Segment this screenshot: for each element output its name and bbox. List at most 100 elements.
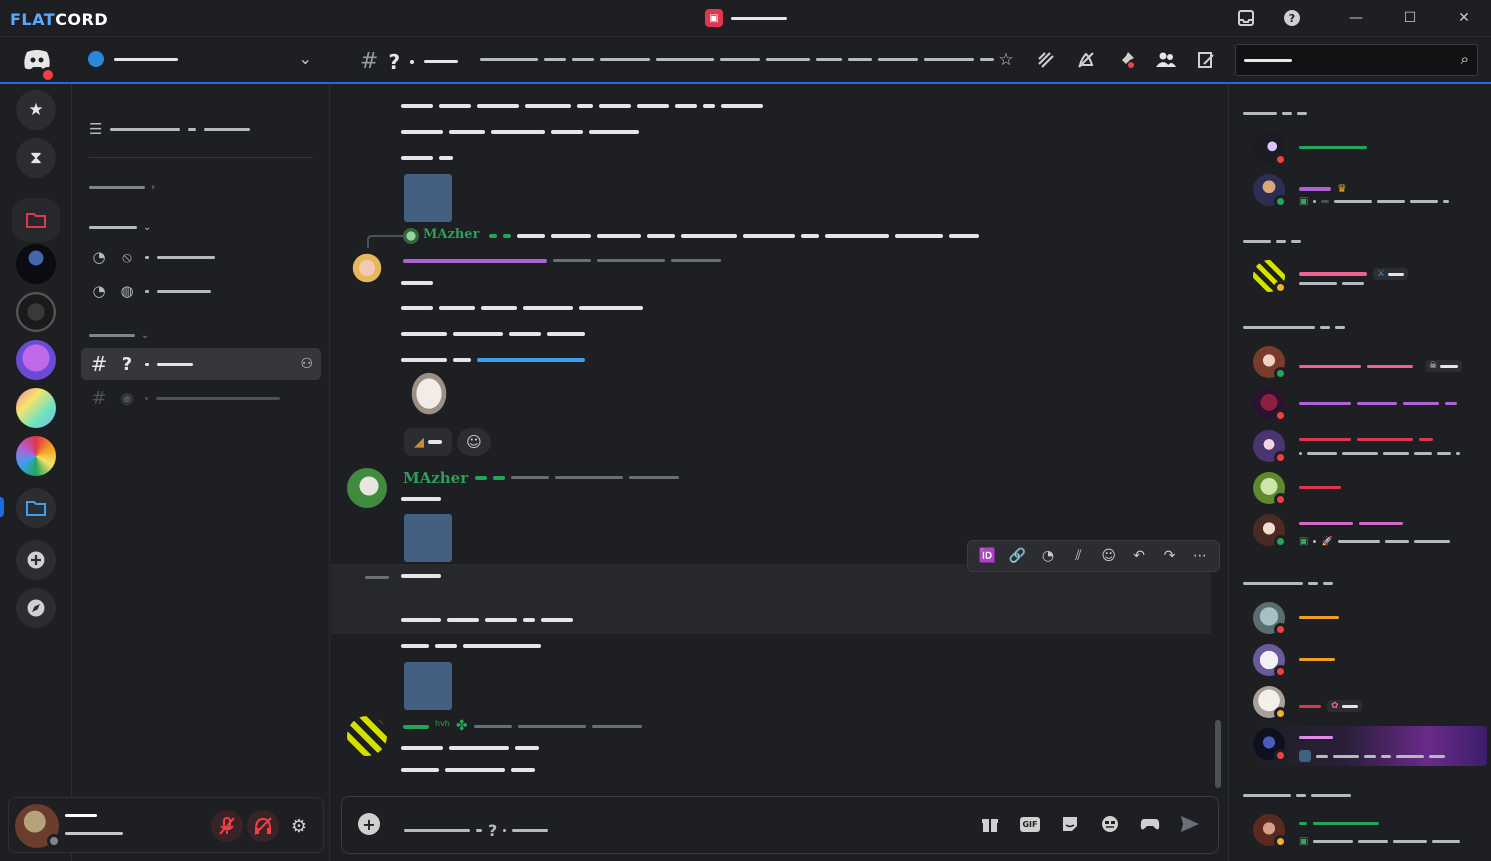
server-rail: ★ ⧗ bbox=[0, 84, 72, 861]
member-row-nameplate[interactable] bbox=[1253, 726, 1487, 766]
close-button[interactable]: ✕ bbox=[1437, 0, 1491, 36]
member-row[interactable] bbox=[1253, 642, 1483, 678]
member-row[interactable] bbox=[1253, 428, 1483, 464]
member-row[interactable]: ▣ 🚀 bbox=[1253, 512, 1483, 548]
user-badges-and-time bbox=[475, 476, 679, 480]
image-attachment[interactable] bbox=[404, 514, 452, 562]
search-icon: ⌕ bbox=[1460, 50, 1469, 68]
help-icon[interactable]: ? bbox=[1282, 8, 1302, 28]
member-row[interactable] bbox=[1253, 130, 1483, 166]
more-icon[interactable]: ⋯ bbox=[1188, 548, 1212, 564]
member-group-header bbox=[1243, 794, 1351, 797]
bell-slash-icon: ⦸ bbox=[122, 248, 132, 266]
threads-icon[interactable] bbox=[1033, 45, 1059, 75]
member-group-header bbox=[1243, 326, 1345, 329]
member-row[interactable]: ✿ bbox=[1253, 684, 1483, 720]
message-avatar[interactable] bbox=[347, 468, 387, 508]
member-row[interactable] bbox=[1253, 600, 1483, 636]
home-button[interactable] bbox=[18, 43, 56, 83]
dnd-status-icon bbox=[1274, 623, 1287, 636]
image-attachment[interactable] bbox=[404, 662, 452, 710]
category-collapsed[interactable]: › bbox=[89, 182, 155, 193]
mute-icon[interactable] bbox=[1073, 45, 1099, 75]
window-title-text bbox=[731, 16, 787, 20]
add-server-button[interactable] bbox=[16, 540, 56, 580]
dnd-status-icon bbox=[1274, 451, 1287, 464]
reaction-chip[interactable]: ◢ bbox=[404, 428, 452, 456]
reply-preview[interactable] bbox=[489, 234, 979, 238]
server-avatar-1[interactable] bbox=[16, 244, 56, 284]
recents-button[interactable]: ⧗ bbox=[16, 138, 56, 178]
forward-icon[interactable]: ⫽ bbox=[1066, 548, 1090, 564]
message-avatar[interactable] bbox=[347, 716, 387, 756]
upload-plus-icon[interactable]: + bbox=[358, 813, 380, 835]
inbox-icon[interactable] bbox=[1236, 8, 1256, 28]
member-row[interactable]: ▣ bbox=[1253, 812, 1483, 848]
star-icon[interactable]: ☆ bbox=[993, 45, 1019, 75]
add-reaction-button[interactable]: ☺ bbox=[457, 428, 491, 456]
server-icon bbox=[88, 51, 104, 67]
pin-icon[interactable] bbox=[1113, 45, 1139, 75]
channel-topic[interactable] bbox=[480, 58, 994, 61]
add-member-icon[interactable]: ⚇ bbox=[300, 356, 313, 372]
discover-button[interactable] bbox=[16, 588, 56, 628]
title-bar: FLATCORD ▣ ? — ☐ ✕ bbox=[0, 0, 1491, 37]
game-icon[interactable] bbox=[1138, 813, 1162, 835]
search-input[interactable]: ⌕ bbox=[1235, 44, 1478, 76]
member-row[interactable]: ☠ bbox=[1253, 344, 1483, 380]
server-name-button[interactable]: ⌄ bbox=[88, 49, 318, 68]
message-composer[interactable]: + ? GIF bbox=[341, 796, 1219, 854]
chevron-down-icon: ⌄ bbox=[298, 49, 312, 68]
sticker-image[interactable] bbox=[407, 372, 451, 420]
message-username[interactable]: MAzher bbox=[403, 469, 468, 487]
sticker-icon[interactable] bbox=[1058, 813, 1082, 835]
gift-icon[interactable] bbox=[978, 813, 1002, 835]
message-line bbox=[401, 306, 643, 310]
author-line[interactable]: hvh ✤ bbox=[403, 718, 642, 734]
category-expanded-2[interactable]: ⌄ bbox=[89, 330, 149, 341]
reply-username[interactable]: MAzher bbox=[423, 227, 479, 242]
message-avatar[interactable] bbox=[347, 252, 387, 292]
share-icon[interactable]: ↷ bbox=[1157, 548, 1181, 564]
image-attachment[interactable] bbox=[404, 174, 452, 222]
favorites-button[interactable]: ★ bbox=[16, 90, 56, 130]
reaction-icon[interactable]: ☺ bbox=[1097, 548, 1121, 564]
activity-icon bbox=[1299, 750, 1311, 762]
member-row[interactable]: ♛ ▣ bbox=[1253, 172, 1483, 208]
settings-gear-icon[interactable]: ⚙ bbox=[283, 810, 315, 842]
folder-icon[interactable] bbox=[16, 200, 56, 240]
maximize-button[interactable]: ☐ bbox=[1383, 0, 1437, 36]
link-icon[interactable]: 🔗 bbox=[1006, 548, 1030, 564]
headphones-off-icon bbox=[254, 817, 272, 835]
channel-item-selected[interactable]: # ? ⚇ bbox=[81, 348, 321, 380]
channel-item-forum-2[interactable]: ◔ ◍ bbox=[81, 280, 321, 302]
folder-icon[interactable] bbox=[16, 488, 56, 528]
id-icon[interactable]: 🆔 bbox=[975, 548, 999, 564]
server-avatar-5[interactable] bbox=[16, 436, 56, 476]
author-line[interactable] bbox=[403, 259, 721, 263]
server-avatar-3[interactable] bbox=[16, 340, 56, 380]
server-avatar-2[interactable] bbox=[16, 292, 56, 332]
notes-icon[interactable] bbox=[1193, 45, 1219, 75]
message-hover-row[interactable] bbox=[331, 564, 1211, 634]
deafen-button[interactable] bbox=[247, 810, 279, 842]
members-icon[interactable] bbox=[1153, 45, 1179, 75]
server-avatar-4[interactable] bbox=[16, 388, 56, 428]
browse-channels[interactable]: ☰ bbox=[81, 120, 321, 138]
emoji-icon[interactable] bbox=[1098, 813, 1122, 835]
gif-icon[interactable]: GIF bbox=[1018, 813, 1042, 835]
send-icon[interactable] bbox=[1178, 813, 1202, 835]
scrollbar-thumb[interactable] bbox=[1215, 720, 1221, 788]
thread-icon[interactable]: ◔ bbox=[1036, 548, 1060, 564]
member-row[interactable]: ⚔ bbox=[1253, 258, 1483, 294]
hash-icon: # bbox=[90, 352, 108, 376]
reply-icon[interactable]: ↶ bbox=[1127, 548, 1151, 564]
member-row[interactable] bbox=[1253, 386, 1483, 422]
channel-item-forum[interactable]: ◔ ⦸ bbox=[81, 246, 321, 268]
minimize-button[interactable]: — bbox=[1329, 0, 1383, 36]
mic-muted-button[interactable] bbox=[211, 810, 243, 842]
category-expanded[interactable]: ⌄ bbox=[89, 222, 151, 233]
message-line bbox=[401, 281, 433, 285]
channel-item-muted[interactable]: # ◉ bbox=[81, 387, 321, 409]
member-row[interactable] bbox=[1253, 470, 1483, 506]
